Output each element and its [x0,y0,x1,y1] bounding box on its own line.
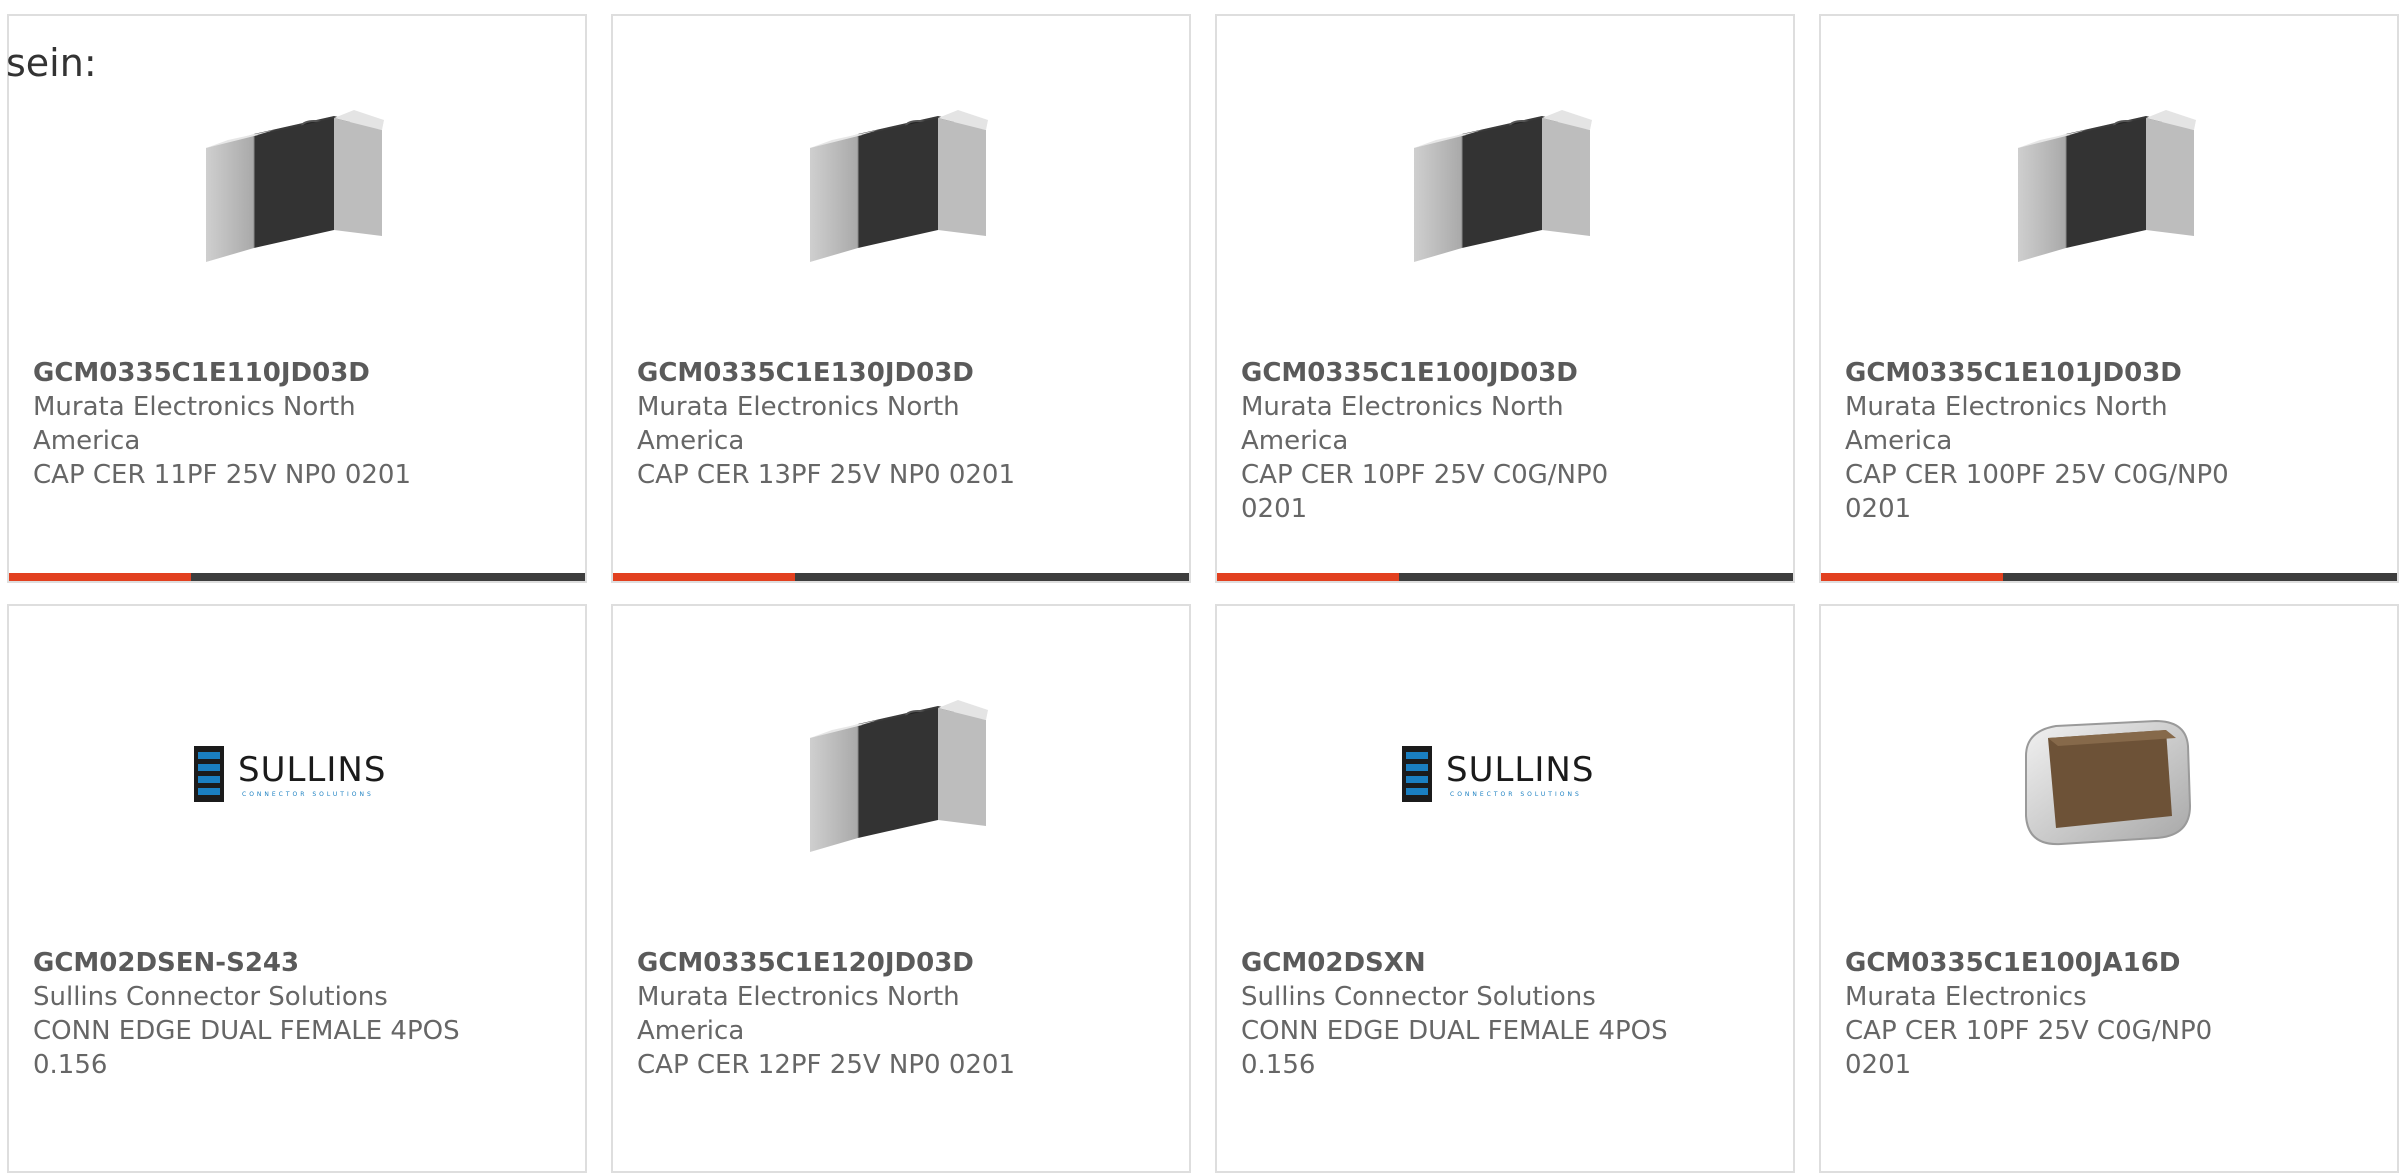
part-number-link[interactable]: GCM0335C1E110JD03D [33,356,463,390]
card-accent-bar [9,573,585,581]
part-number-link[interactable]: GCM02DSEN-S243 [33,946,463,980]
product-card[interactable]: GCM0335C1E120JD03D Murata Electronics No… [611,604,1191,1173]
chip-capacitor-brown-image[interactable] [2006,676,2206,876]
card-accent-segment [1217,573,1399,581]
product-info: GCM0335C1E101JD03D Murata Electronics No… [1845,356,2275,526]
part-number-link[interactable]: GCM0335C1E120JD03D [637,946,1067,980]
product-card[interactable]: GCM0335C1E130JD03D Murata Electronics No… [611,14,1191,583]
chip-capacitor-terminals-image[interactable] [798,676,998,876]
sullins-logo[interactable]: SULLINS CONNECTOR SOLUTIONS [1402,676,1602,876]
product-card[interactable]: GCM0335C1E100JD03D Murata Electronics No… [1215,14,1795,583]
manufacturer-name: Murata Electronics [1845,982,2087,1012]
chip-capacitor-terminals-image [810,110,988,262]
chip-capacitor-terminals-image [1414,110,1592,262]
chip-capacitor-terminals-image [2018,110,2196,262]
manufacturer-name: Murata Electronics North America [1845,392,2168,456]
chip-capacitor-terminals-image [810,700,988,852]
part-number-link[interactable]: GCM02DSXN [1241,946,1671,980]
product-card[interactable]: GCM0335C1E100JA16D Murata Electronics CA… [1819,604,2399,1173]
manufacturer-name: Murata Electronics North America [637,392,960,456]
product-card[interactable]: GCM0335C1E101JD03D Murata Electronics No… [1819,14,2399,583]
chip-capacitor-terminals-image[interactable] [798,86,998,286]
manufacturer-name: Murata Electronics North America [637,982,960,1046]
product-info: GCM0335C1E120JD03D Murata Electronics No… [637,946,1067,1082]
product-description: CAP CER 13PF 25V NP0 0201 [637,460,1016,490]
svg-text:CONNECTOR SOLUTIONS: CONNECTOR SOLUTIONS [242,791,374,798]
card-accent-segment [9,573,191,581]
card-accent-bar [613,573,1189,581]
product-description: CONN EDGE DUAL FEMALE 4POS 0.156 [33,1016,460,1080]
part-number-link[interactable]: GCM0335C1E100JD03D [1241,356,1671,390]
chip-capacitor-terminals-image[interactable] [1402,86,1602,286]
card-accent-segment [613,573,795,581]
product-description: CONN EDGE DUAL FEMALE 4POS 0.156 [1241,1016,1668,1080]
product-description: CAP CER 10PF 25V C0G/NP0 0201 [1845,1016,2213,1080]
product-info: GCM02DSEN-S243 Sullins Connector Solutio… [33,946,463,1082]
manufacturer-name: Sullins Connector Solutions [33,982,388,1012]
product-grid: GCM0335C1E110JD03D Murata Electronics No… [7,14,2400,1173]
card-accent-bar [1217,573,1793,581]
product-card[interactable]: SULLINS CONNECTOR SOLUTIONS GCM02DSXN Su… [1215,604,1795,1173]
product-description: CAP CER 100PF 25V C0G/NP0 0201 [1845,460,2229,524]
part-number-link[interactable]: GCM0335C1E101JD03D [1845,356,2275,390]
product-info: GCM02DSXN Sullins Connector Solutions CO… [1241,946,1671,1082]
sullins-logo[interactable]: SULLINS CONNECTOR SOLUTIONS [194,676,394,876]
svg-text:SULLINS: SULLINS [238,750,386,790]
card-accent-segment [1821,573,2003,581]
manufacturer-name: Sullins Connector Solutions [1241,982,1596,1012]
chip-capacitor-terminals-image [206,110,384,262]
chip-capacitor-terminals-image[interactable] [194,86,394,286]
product-info: GCM0335C1E100JD03D Murata Electronics No… [1241,356,1671,526]
product-info: GCM0335C1E100JA16D Murata Electronics CA… [1845,946,2275,1082]
sullins-logo: SULLINS CONNECTOR SOLUTIONS [1402,746,1594,802]
product-card[interactable]: SULLINS CONNECTOR SOLUTIONS GCM02DSEN-S2… [7,604,587,1173]
product-description: CAP CER 12PF 25V NP0 0201 [637,1050,1016,1080]
product-description: CAP CER 10PF 25V C0G/NP0 0201 [1241,460,1609,524]
chip-capacitor-brown-image [2025,719,2192,846]
card-accent-bar [1821,573,2397,581]
manufacturer-name: Murata Electronics North America [33,392,356,456]
chip-capacitor-terminals-image[interactable] [2006,86,2206,286]
svg-text:SULLINS: SULLINS [1446,750,1594,790]
sullins-logo: SULLINS CONNECTOR SOLUTIONS [194,746,386,802]
product-info: GCM0335C1E130JD03D Murata Electronics No… [637,356,1067,492]
product-description: CAP CER 11PF 25V NP0 0201 [33,460,412,490]
part-number-link[interactable]: GCM0335C1E130JD03D [637,356,1067,390]
svg-text:CONNECTOR SOLUTIONS: CONNECTOR SOLUTIONS [1450,791,1582,798]
manufacturer-name: Murata Electronics North America [1241,392,1564,456]
product-info: GCM0335C1E110JD03D Murata Electronics No… [33,356,463,492]
product-card[interactable]: GCM0335C1E110JD03D Murata Electronics No… [7,14,587,583]
intro-text: sein: [6,41,97,85]
part-number-link[interactable]: GCM0335C1E100JA16D [1845,946,2275,980]
